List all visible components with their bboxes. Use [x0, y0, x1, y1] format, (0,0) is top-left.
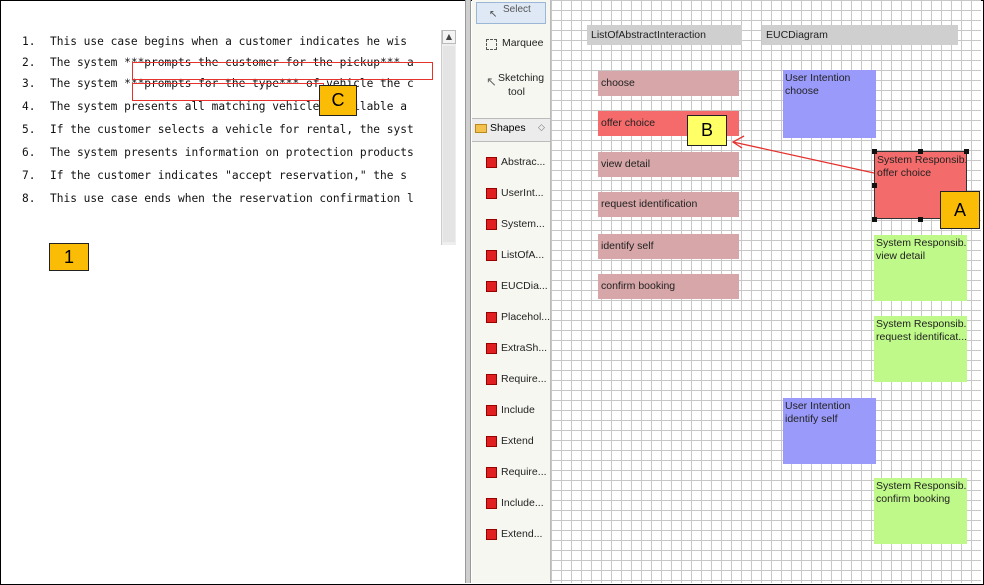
callout-label-b: B: [687, 115, 727, 146]
callout-label-a: A: [940, 191, 980, 229]
trace-arrow-overlay: [731, 135, 875, 174]
trace-link-line[interactable]: [732, 141, 875, 174]
